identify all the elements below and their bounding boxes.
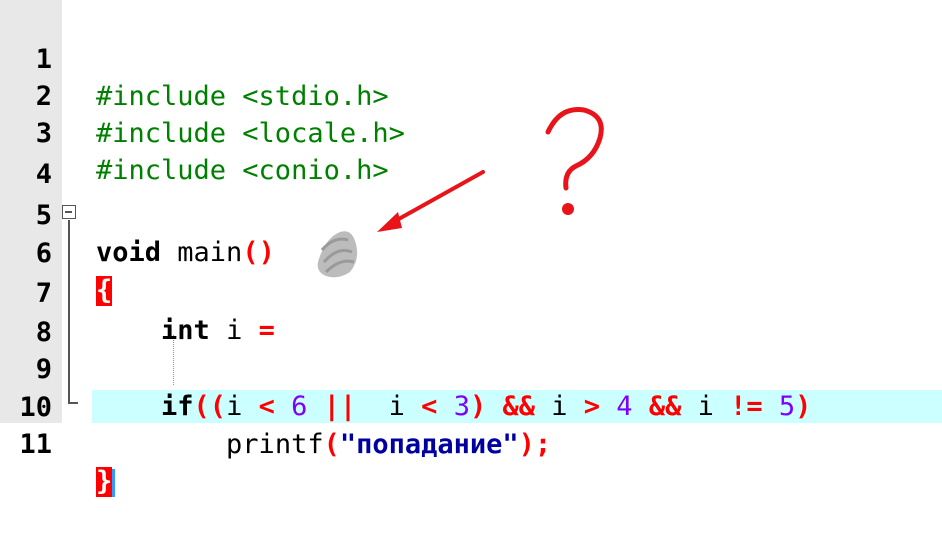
gray-scribble [317,231,358,278]
line-number: 11 [19,429,52,460]
question-mark-icon [545,106,604,215]
red-arrow-icon [377,170,485,232]
code-editor[interactable]: 1 #include <stdio.h> 2 #include <locale.… [0,0,942,497]
string-literal: "попадание" [339,429,519,460]
paren-semicolon: ); [518,429,552,460]
annotation-overlay [317,106,604,278]
close-brace-highlight: } [96,466,113,497]
text-cursor [112,468,116,497]
paren: ( [323,429,340,460]
function-call: printf [226,429,324,460]
